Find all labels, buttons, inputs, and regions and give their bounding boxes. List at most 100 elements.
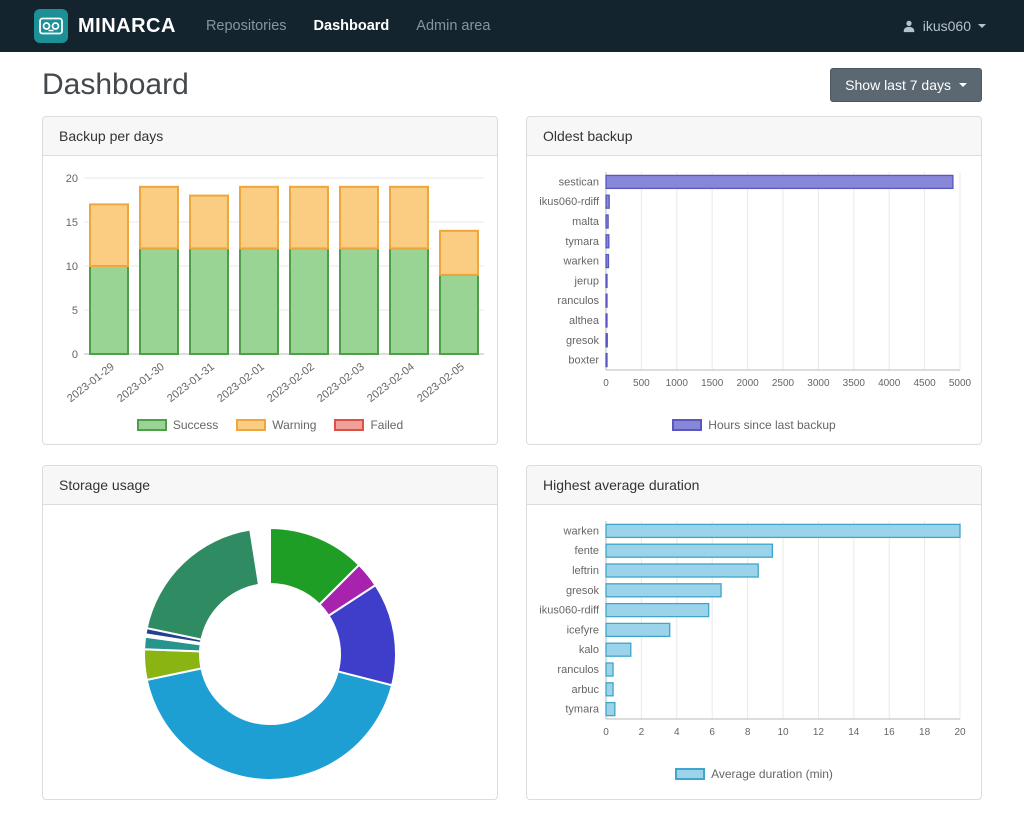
card-storage-usage: Storage usage (42, 465, 498, 800)
svg-text:tymara: tymara (565, 704, 600, 716)
nav-dashboard[interactable]: Dashboard (314, 18, 390, 34)
duration-swatch (675, 768, 705, 780)
svg-text:14: 14 (848, 727, 860, 738)
svg-text:5000: 5000 (949, 378, 972, 389)
svg-text:leftrin: leftrin (572, 565, 599, 577)
warning-label: Warning (272, 418, 316, 432)
average-duration-chart[interactable]: 0 2 4 6 8 10 12 14 16 18 20 warken fente leftrin greso… (532, 513, 976, 765)
svg-text:0: 0 (72, 349, 78, 361)
warning-swatch (236, 419, 266, 431)
svg-text:2000: 2000 (736, 378, 759, 389)
backup-legend: Success Warning Failed (47, 416, 493, 440)
svg-text:kalo: kalo (579, 644, 599, 656)
svg-text:gresok: gresok (566, 585, 600, 597)
brand[interactable]: MINARCA (34, 9, 176, 43)
legend-item-warning[interactable]: Warning (236, 418, 316, 432)
backup-per-days-chart[interactable]: 051015202023-01-292023-01-302023-01-3120… (48, 164, 492, 416)
nav-repositories[interactable]: Repositories (206, 18, 287, 34)
svg-text:2023-02-05: 2023-02-05 (415, 361, 467, 405)
svg-text:warken: warken (563, 256, 599, 268)
svg-text:15: 15 (66, 217, 78, 229)
svg-text:arbuc: arbuc (571, 684, 599, 696)
dashboard-grid: Backup per days 051015202023-01-292023-0… (0, 116, 1024, 820)
svg-text:8: 8 (745, 727, 751, 738)
card-oldest-backup: Oldest backup 0 500 1000 1500 2000 2500 3000 35… (526, 116, 982, 445)
date-range-button[interactable]: Show last 7 days (830, 68, 982, 102)
svg-text:boxter: boxter (568, 355, 599, 367)
caret-down-icon (959, 83, 967, 87)
svg-text:icefyre: icefyre (567, 624, 599, 636)
svg-text:2: 2 (639, 727, 645, 738)
svg-text:2023-01-31: 2023-01-31 (165, 361, 217, 405)
card-title: Oldest backup (527, 117, 981, 156)
svg-text:0: 0 (603, 378, 609, 389)
hours-label: Hours since last backup (708, 418, 835, 432)
svg-text:ikus060-rdiff: ikus060-rdiff (539, 196, 600, 208)
svg-text:12: 12 (813, 727, 825, 738)
svg-text:5: 5 (72, 305, 78, 317)
legend-item-success[interactable]: Success (137, 418, 218, 432)
card-title: Backup per days (43, 117, 497, 156)
legend-item-duration[interactable]: Average duration (min) (675, 767, 833, 781)
user-menu[interactable]: ikus060 (902, 18, 986, 34)
svg-text:2023-01-29: 2023-01-29 (65, 361, 117, 405)
success-label: Success (173, 418, 218, 432)
svg-text:2500: 2500 (772, 378, 795, 389)
svg-text:gresok: gresok (566, 335, 600, 347)
svg-text:16: 16 (884, 727, 896, 738)
svg-text:sestican: sestican (559, 176, 599, 188)
card-title: Highest average duration (527, 466, 981, 505)
svg-text:10: 10 (66, 261, 78, 273)
nav-admin-area[interactable]: Admin area (416, 18, 490, 34)
minarca-logo-icon (34, 9, 68, 43)
legend-item-hours[interactable]: Hours since last backup (672, 418, 835, 432)
svg-text:3000: 3000 (807, 378, 830, 389)
svg-text:4: 4 (674, 727, 680, 738)
svg-text:2023-01-30: 2023-01-30 (115, 361, 167, 405)
page-title: Dashboard (42, 68, 189, 102)
date-range-label: Show last 7 days (845, 77, 951, 93)
svg-text:4000: 4000 (878, 378, 901, 389)
svg-text:ikus060-rdiff: ikus060-rdiff (539, 605, 600, 617)
svg-text:ranculos: ranculos (557, 295, 599, 307)
svg-text:tymara: tymara (565, 236, 600, 248)
svg-text:500: 500 (633, 378, 650, 389)
svg-text:10: 10 (777, 727, 789, 738)
caret-down-icon (978, 24, 986, 28)
svg-text:1500: 1500 (701, 378, 724, 389)
nav-links: Repositories Dashboard Admin area (206, 18, 491, 34)
svg-text:18: 18 (919, 727, 931, 738)
legend-item-failed[interactable]: Failed (334, 418, 403, 432)
svg-text:2023-02-02: 2023-02-02 (265, 361, 317, 405)
svg-text:0: 0 (603, 727, 609, 738)
card-backup-per-days: Backup per days 051015202023-01-292023-0… (42, 116, 498, 445)
svg-text:warken: warken (563, 525, 599, 537)
svg-text:2023-02-01: 2023-02-01 (215, 361, 267, 405)
username: ikus060 (923, 18, 971, 34)
oldest-backup-chart[interactable]: 0 500 1000 1500 2000 2500 3000 3500 4000 4500 5000… (532, 164, 976, 416)
svg-text:ranculos: ranculos (557, 664, 599, 676)
svg-text:20: 20 (954, 727, 966, 738)
svg-text:6: 6 (709, 727, 715, 738)
navbar: MINARCA Repositories Dashboard Admin are… (0, 0, 1024, 52)
average-duration-legend: Average duration (min) (531, 765, 977, 789)
failed-label: Failed (370, 418, 403, 432)
svg-text:1000: 1000 (666, 378, 689, 389)
svg-text:3500: 3500 (843, 378, 866, 389)
svg-text:althea: althea (569, 315, 600, 327)
storage-usage-donut-chart[interactable] (48, 513, 492, 795)
oldest-backup-legend: Hours since last backup (531, 416, 977, 440)
svg-text:fente: fente (575, 545, 599, 557)
failed-swatch (334, 419, 364, 431)
svg-text:20: 20 (66, 173, 78, 185)
card-highest-average-duration: Highest average duration 0 2 4 6 8 10 12 14 16 18… (526, 465, 982, 800)
svg-text:malta: malta (572, 216, 600, 228)
svg-text:jerup: jerup (574, 275, 599, 287)
user-icon (902, 19, 916, 33)
success-swatch (137, 419, 167, 431)
svg-text:2023-02-03: 2023-02-03 (315, 361, 367, 405)
brand-name: MINARCA (78, 15, 176, 38)
duration-label: Average duration (min) (711, 767, 833, 781)
page-head: Dashboard Show last 7 days (0, 52, 1024, 116)
svg-text:4500: 4500 (913, 378, 936, 389)
